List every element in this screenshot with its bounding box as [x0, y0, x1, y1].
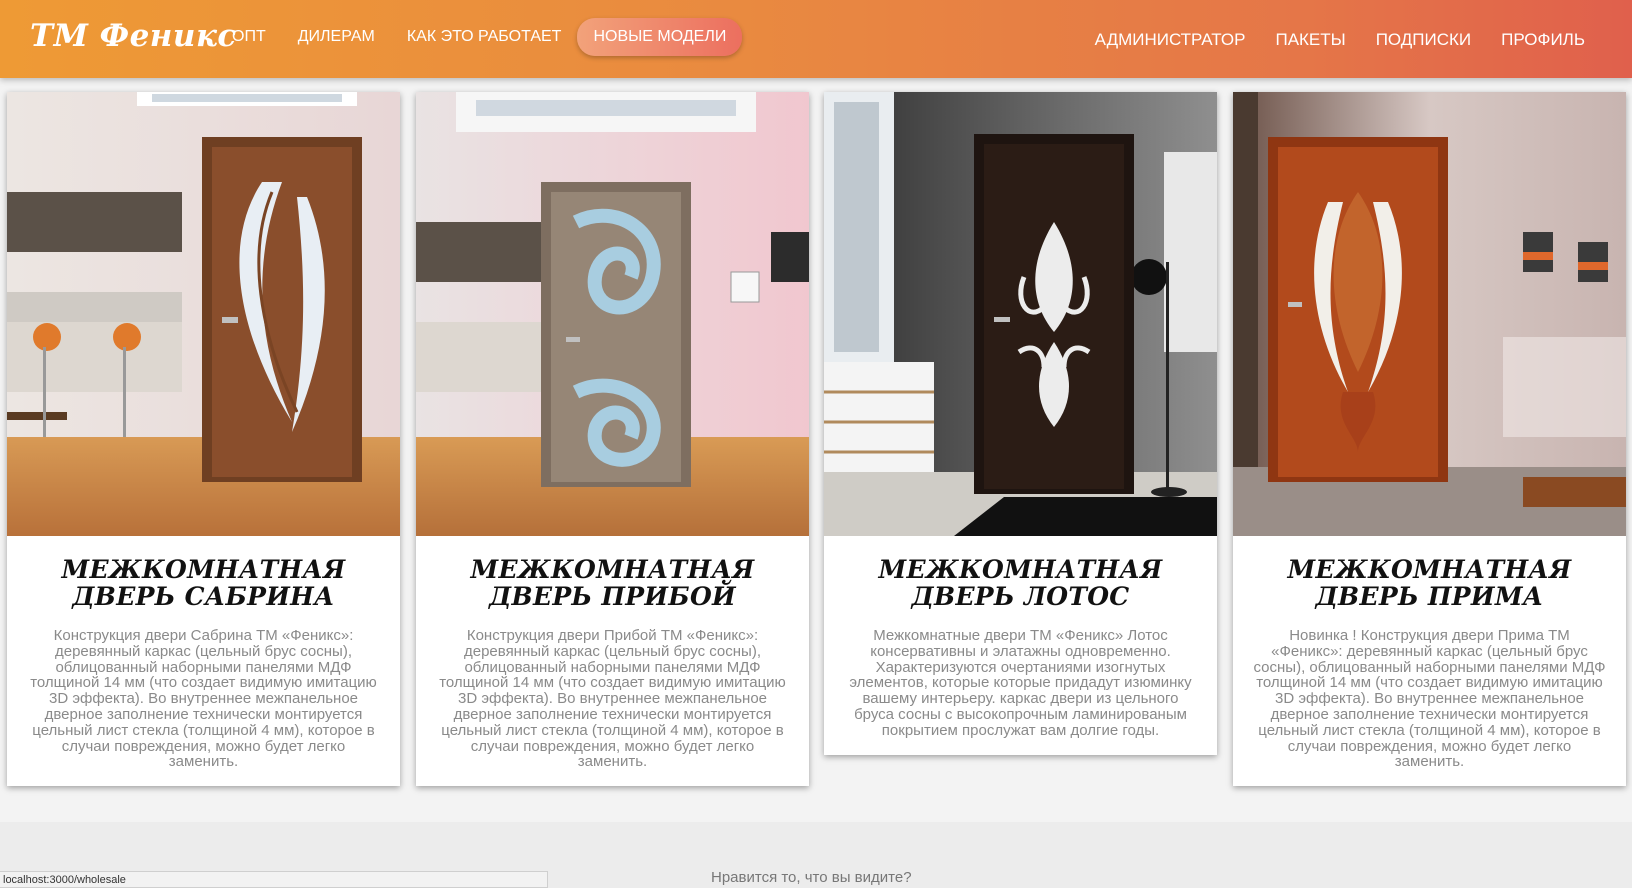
footer-tagline: Нравится то, что вы видите?: [711, 869, 912, 886]
card-title: МЕЖКОМНАТНАЯ ДВЕРЬ ЛОТОС: [878, 555, 1163, 611]
product-card-lotos[interactable]: МЕЖКОМНАТНАЯ ДВЕРЬ ЛОТОС Межкомнатные дв…: [824, 92, 1217, 755]
card-description: Новинка ! Конструкция двери Прима ТМ «Фе…: [1253, 627, 1606, 771]
nav-right-menu: АДМИНИСТРАТОР ПАКЕТЫ ПОДПИСКИ ПРОФИЛЬ: [1080, 20, 1600, 60]
nav-link-subscriptions[interactable]: ПОДПИСКИ: [1361, 20, 1486, 60]
nav-left-menu: ОПТ ДИЛЕРАМ КАК ЭТО РАБОТАЕТ НОВЫЕ МОДЕЛ…: [216, 18, 743, 56]
card-title: МЕЖКОМНАТНАЯ ДВЕРЬ ПРИБОЙ: [470, 555, 755, 611]
browser-status-url: localhost:3000/wholesale: [0, 871, 548, 888]
product-card-prima[interactable]: МЕЖКОМНАТНАЯ ДВЕРЬ ПРИМА Новинка ! Конст…: [1233, 92, 1626, 787]
product-card-priboy[interactable]: МЕЖКОМНАТНАЯ ДВЕРЬ ПРИБОЙ Конструкция дв…: [416, 92, 809, 787]
nav-link-how-it-works[interactable]: КАК ЭТО РАБОТАЕТ: [391, 18, 578, 56]
card-title: МЕЖКОМНАТНАЯ ДВЕРЬ ПРИМА: [1287, 555, 1572, 611]
nav-link-dealers[interactable]: ДИЛЕРАМ: [282, 18, 391, 56]
top-navbar: ТМ Феникс ОПТ ДИЛЕРАМ КАК ЭТО РАБОТАЕТ Н…: [0, 0, 1632, 78]
door-image-lotos: [824, 92, 1217, 536]
nav-link-packages[interactable]: ПАКЕТЫ: [1260, 20, 1360, 60]
card-title: МЕЖКОМНАТНАЯ ДВЕРЬ САБРИНА: [61, 555, 346, 611]
card-description: Конструкция двери Сабрина ТМ «Феникс»: д…: [30, 627, 377, 771]
door-image-priboy: [416, 92, 809, 536]
door-image-prima: [1233, 92, 1626, 536]
nav-link-wholesale[interactable]: ОПТ: [216, 18, 282, 56]
nav-link-profile[interactable]: ПРОФИЛЬ: [1486, 20, 1600, 60]
product-card-sabrina[interactable]: МЕЖКОМНАТНАЯ ДВЕРЬ САБРИНА Конструкция д…: [7, 92, 400, 787]
logo[interactable]: ТМ Феникс: [30, 18, 237, 54]
card-description: Межкомнатные двери ТМ «Феникс» Лотос кон…: [849, 627, 1192, 739]
card-description: Конструкция двери Прибой ТМ «Феникс»: де…: [439, 627, 786, 771]
nav-link-new-models[interactable]: НОВЫЕ МОДЕЛИ: [577, 18, 743, 56]
nav-link-administrator[interactable]: АДМИНИСТРАТОР: [1080, 20, 1261, 60]
door-image-sabrina: [7, 92, 400, 536]
